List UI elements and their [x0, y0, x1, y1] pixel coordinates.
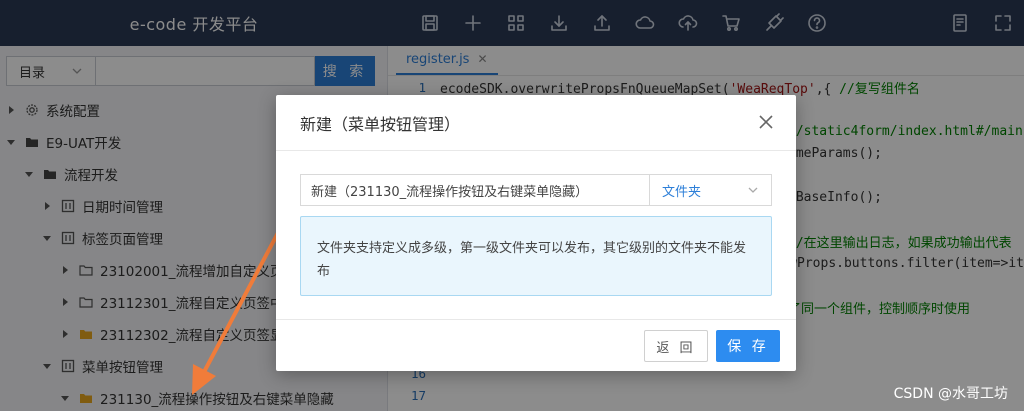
- close-icon[interactable]: [758, 114, 776, 132]
- chevron-down-icon: [748, 187, 758, 193]
- dialog-title: 新建（菜单按钮管理）: [300, 114, 461, 134]
- dialog-footer: 返 回 保 存: [276, 319, 796, 371]
- save-button[interactable]: 保 存: [716, 330, 780, 362]
- dialog-header: 新建（菜单按钮管理）: [276, 95, 796, 151]
- info-alert: 文件夹支持定义成多级，第一级文件夹可以发布，其它级别的文件夹不能发布: [300, 216, 772, 296]
- new-folder-dialog: 新建（菜单按钮管理） 文件夹 文件夹支持定义成多级，第一级文件夹可以发布，其它级…: [276, 95, 796, 371]
- type-select[interactable]: 文件夹: [650, 174, 772, 206]
- watermark: CSDN @水哥工坊: [893, 386, 1008, 402]
- name-input[interactable]: [300, 174, 650, 206]
- back-button[interactable]: 返 回: [644, 330, 708, 362]
- name-row: 文件夹: [300, 174, 772, 206]
- type-select-value: 文件夹: [662, 184, 702, 200]
